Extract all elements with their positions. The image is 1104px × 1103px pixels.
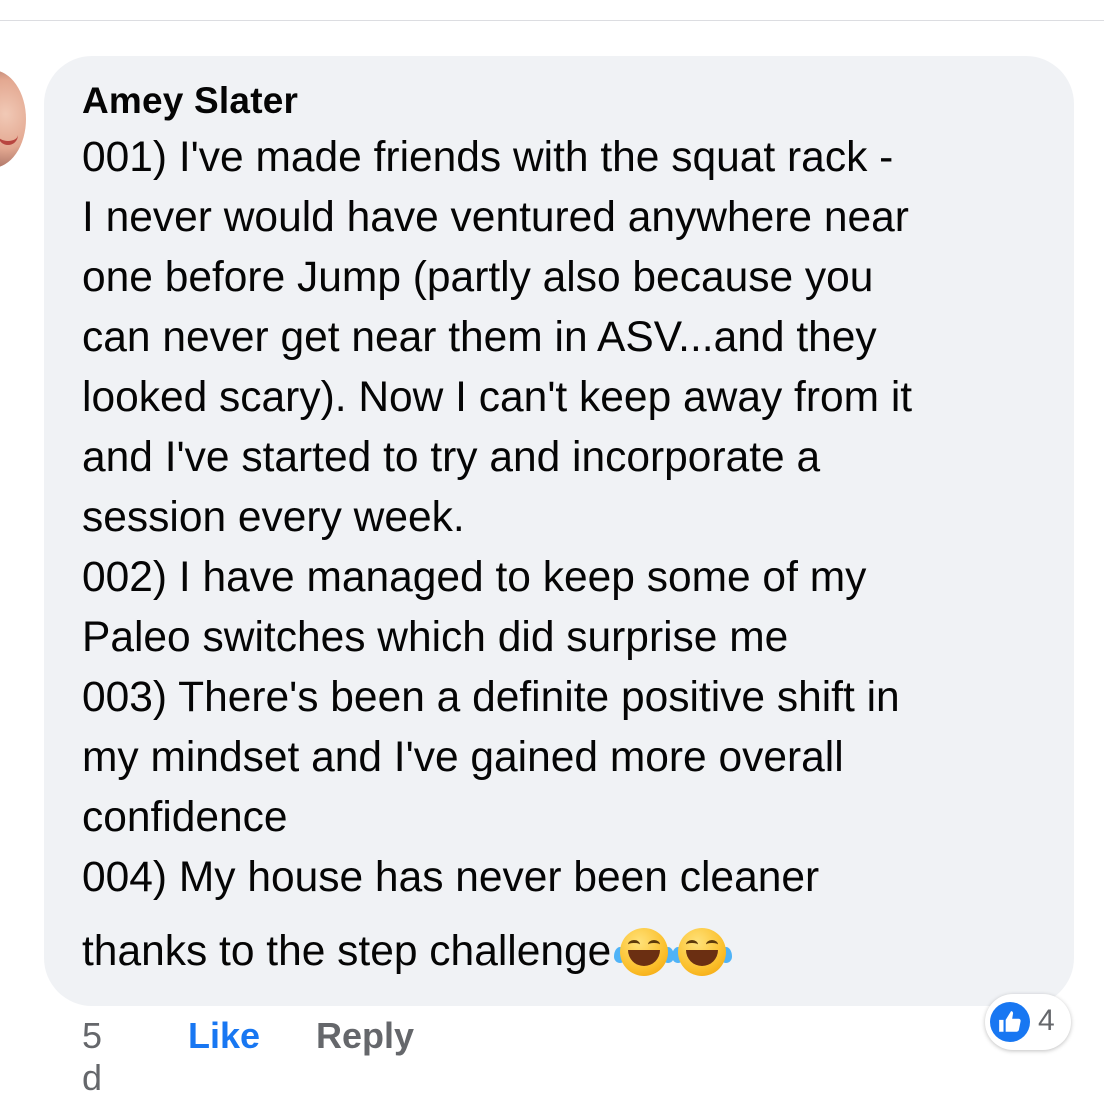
face-with-tears-of-joy-icon: [672, 925, 733, 979]
avatar-mouth: [0, 132, 18, 145]
comment-line: one before Jump (partly also because you: [82, 254, 874, 301]
comment-line: Paleo switches which did surprise me: [82, 614, 789, 661]
face-with-tears-of-joy-icon: [614, 925, 675, 979]
thumbs-up-icon: [990, 1002, 1030, 1042]
avatar[interactable]: [0, 70, 26, 168]
comment-line: I never would have ventured anywhere nea…: [82, 194, 909, 241]
comment-line: 001) I've made friends with the squat ra…: [82, 134, 894, 181]
comment-line: 003) There's been a definite positive sh…: [82, 674, 900, 721]
reaction-count: 4: [1038, 1004, 1055, 1037]
comment-line: my mindset and I've gained more overall: [82, 734, 844, 781]
like-button[interactable]: Like: [188, 1015, 260, 1057]
comment-line: confidence: [82, 794, 288, 841]
comment-line: thanks to the step challenge: [82, 928, 612, 975]
comment-timestamp[interactable]: 5 d: [82, 1015, 102, 1099]
comment-line: 004) My house has never been cleaner: [82, 854, 820, 901]
reply-button[interactable]: Reply: [316, 1015, 414, 1057]
comment-author[interactable]: Amey Slater: [82, 80, 298, 122]
comment-line: can never get near them in ASV...and the…: [82, 314, 877, 361]
comment-line: session every week.: [82, 494, 465, 541]
reaction-summary[interactable]: 4: [985, 994, 1071, 1050]
top-divider: [0, 20, 1104, 21]
comment-text: 001) I've made friends with the squat ra…: [82, 128, 1067, 982]
comment-line: and I've started to try and incorporate …: [82, 434, 821, 481]
comment-last-line: thanks to the step challenge: [82, 922, 1067, 982]
comment-line: 002) I have managed to keep some of my: [82, 554, 867, 601]
comment-line: looked scary). Now I can't keep away fro…: [82, 374, 913, 421]
